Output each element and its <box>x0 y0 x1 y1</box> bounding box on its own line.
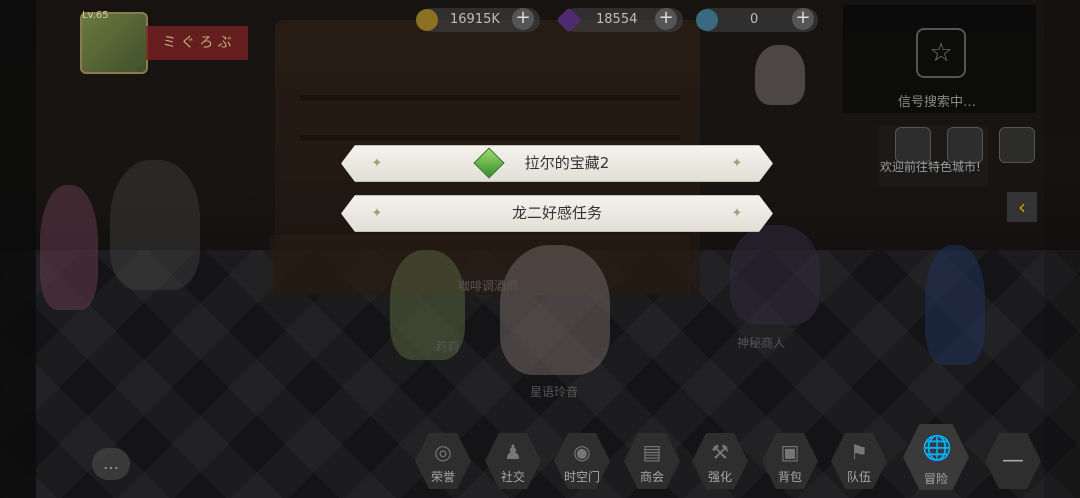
chat-button[interactable]: … <box>92 448 130 480</box>
quest-option-lal-treasure[interactable]: ✦ 拉尔的宝藏2 ✦ <box>341 145 773 182</box>
nav-label: 荣誉 <box>430 470 455 484</box>
swirl-coin-icon <box>696 9 718 31</box>
medal-icon: ◎ <box>434 440 452 464</box>
signal-icon: ☆ <box>916 28 966 78</box>
ornament-right-icon: ✦ <box>731 156 743 171</box>
right-edge <box>1044 0 1080 498</box>
gem-value: 18554 <box>596 12 638 27</box>
quest-option-label: 拉尔的宝藏2 <box>524 154 610 172</box>
nav-label: 社交 <box>500 470 525 484</box>
backpack-icon: ▣ <box>780 440 800 464</box>
nav-label: 商会 <box>639 470 664 484</box>
add-token-button[interactable]: + <box>792 8 814 30</box>
hammer-icon: ⚒ <box>711 440 729 464</box>
add-gold-button[interactable]: + <box>512 8 534 30</box>
nav-label: 强化 <box>707 470 732 484</box>
portal-icon: ◉ <box>573 440 591 464</box>
left-edge <box>0 0 36 498</box>
nav-label: 时空门 <box>563 470 600 484</box>
quest-option-long-er-affection[interactable]: ✦ 龙二好感任务 ✦ <box>341 195 773 232</box>
coin-icon <box>416 9 438 31</box>
gold-value: 16915K <box>450 12 500 27</box>
team-icon: ⚑ <box>850 440 868 464</box>
signal-text: 信号搜索中… <box>898 95 977 110</box>
globe-icon: 🌐 <box>922 434 952 462</box>
game-scene: 咖啡调酒师 神秘商人 莉莉 星语玲音 Lv.65 ミ ぐ ろ ぶ 16915K … <box>0 0 1080 498</box>
nav-label: 冒险 <box>923 472 948 486</box>
nav-label: 队伍 <box>846 470 871 484</box>
nav-label: 背包 <box>777 470 802 484</box>
card-icon[interactable] <box>999 127 1035 163</box>
token-value: 0 <box>750 12 759 27</box>
quest-option-label: 龙二好感任务 <box>511 204 602 222</box>
notice-text: 欢迎前往特色城市! <box>880 160 981 174</box>
shop-icon: ▤ <box>642 440 662 464</box>
add-gem-button[interactable]: + <box>655 8 677 30</box>
collapse-arrow-button[interactable]: ‹ <box>1007 192 1037 222</box>
player-level: Lv.65 <box>82 10 109 21</box>
friends-icon: ♟ <box>504 440 522 464</box>
player-avatar[interactable] <box>80 12 148 74</box>
ornament-right-icon: ✦ <box>731 206 743 221</box>
player-banner: ミ ぐ ろ ぶ <box>146 26 248 60</box>
